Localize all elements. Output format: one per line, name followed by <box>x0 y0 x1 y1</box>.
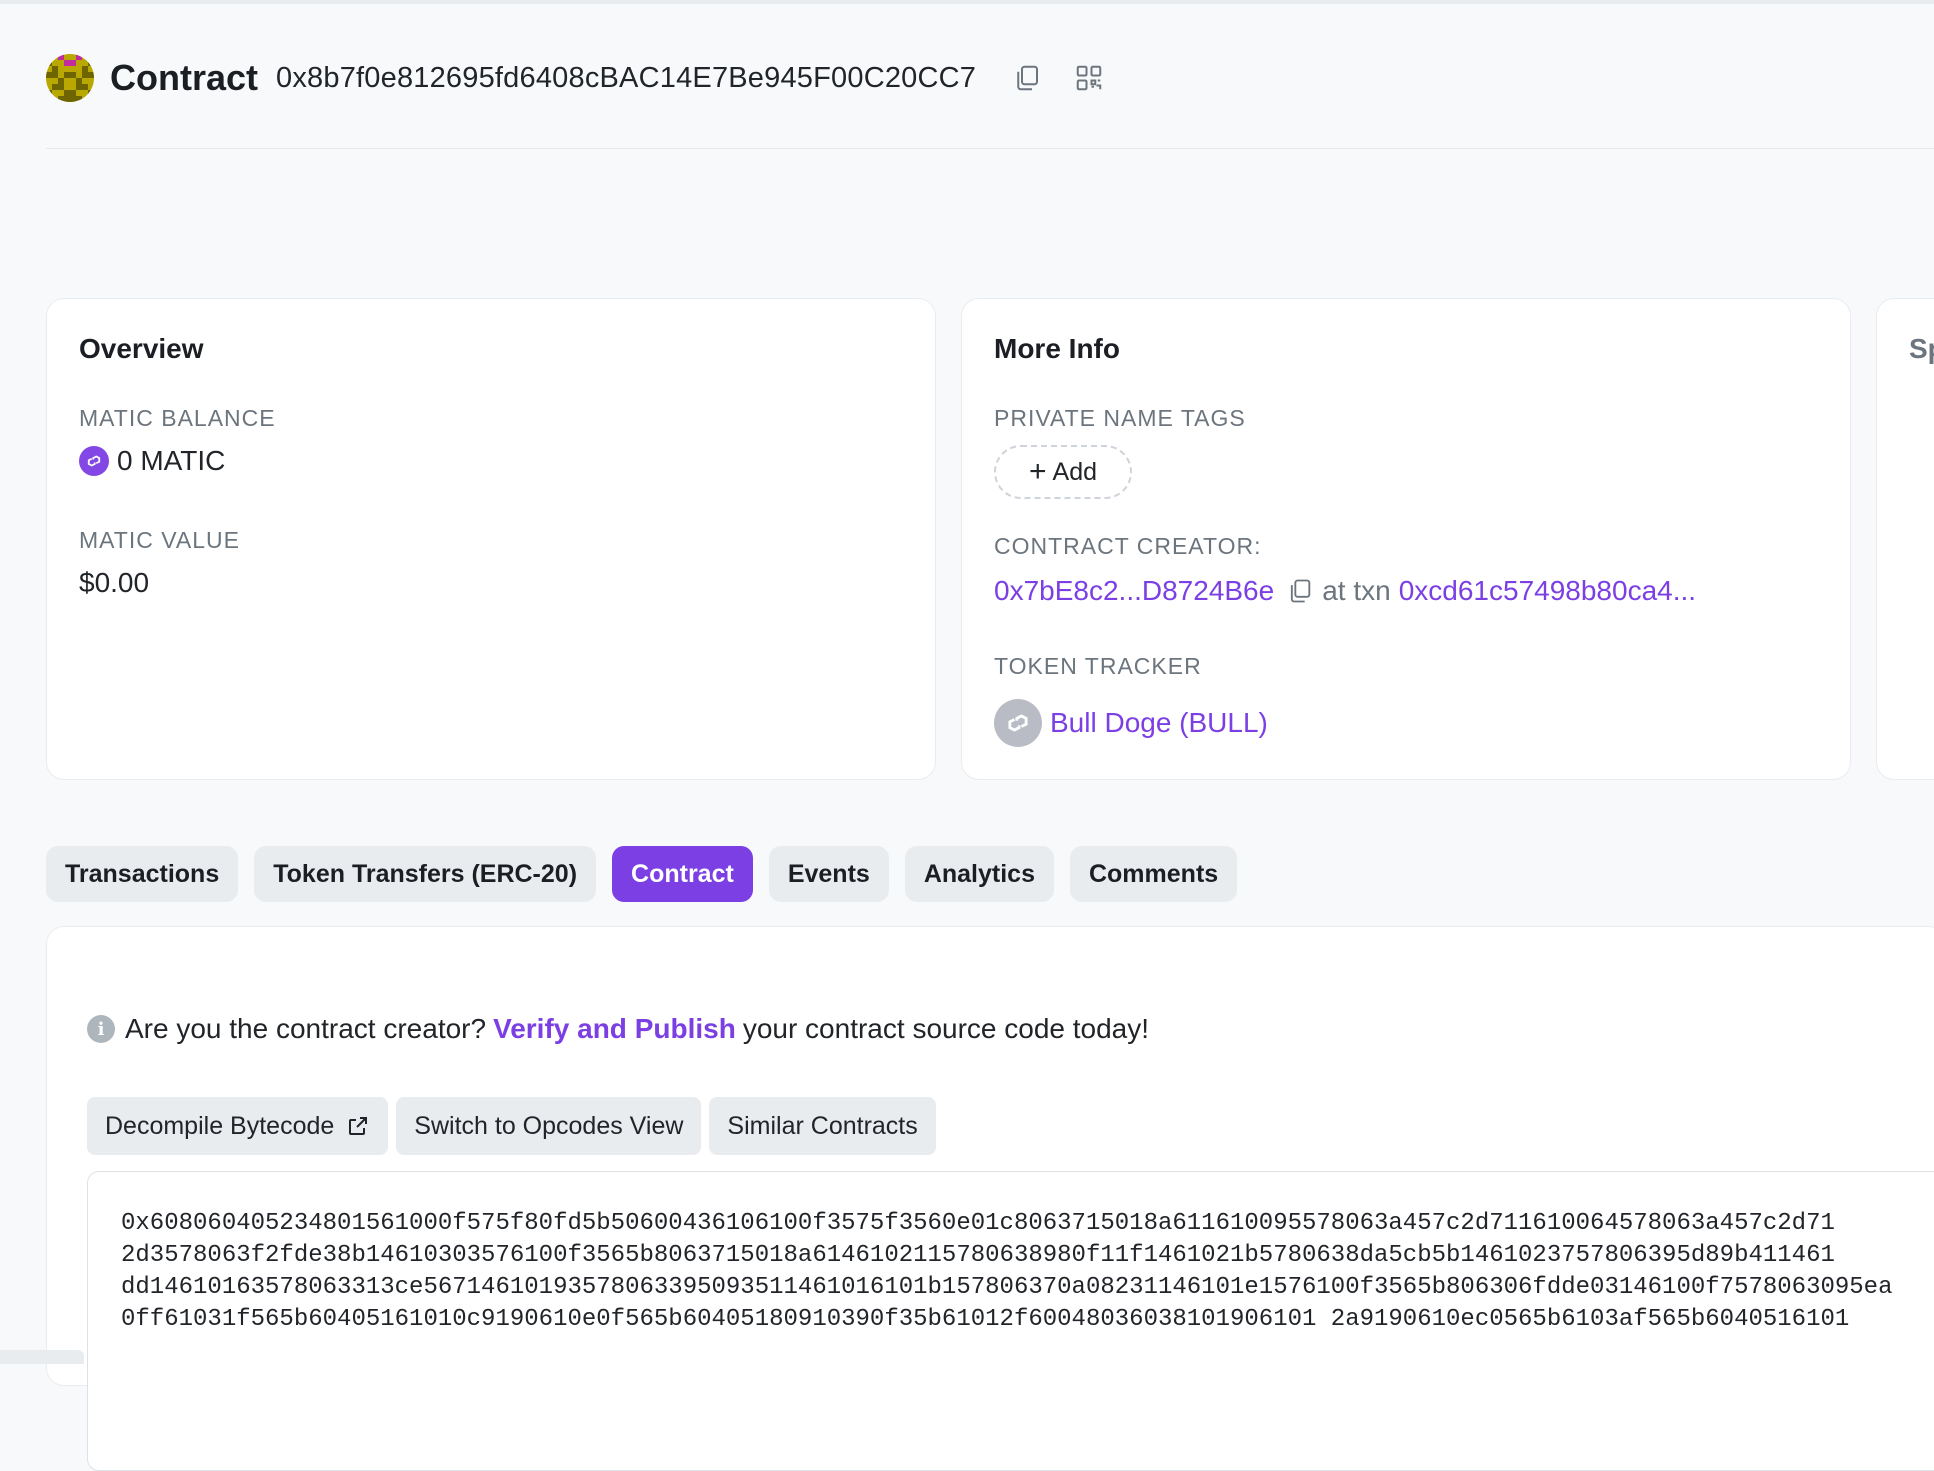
tab-bar: Transactions Token Transfers (ERC-20) Co… <box>46 846 1238 902</box>
token-logo-icon <box>994 699 1042 747</box>
tab-transactions[interactable]: Transactions <box>46 846 239 902</box>
token-tracker-row: Bull Doge (BULL) <box>994 699 1268 747</box>
contract-address: 0x8b7f0e812695fd6408cBAC14E7Be945F00C20C… <box>276 61 977 94</box>
copy-icon[interactable] <box>1010 61 1044 95</box>
similar-contracts-button[interactable]: Similar Contracts <box>709 1097 936 1155</box>
tab-token-transfers[interactable]: Token Transfers (ERC-20) <box>254 846 597 902</box>
horizontal-scrollbar[interactable] <box>0 1350 84 1364</box>
notice-prefix: Are you the contract creator? <box>125 1013 487 1044</box>
matic-value-label: MATIC VALUE <box>79 527 240 553</box>
contract-panel: i Are you the contract creator? Verify a… <box>46 926 1934 1471</box>
info-icon: i <box>87 1015 115 1043</box>
matic-balance-label: MATIC BALANCE <box>79 405 276 431</box>
contract-avatar <box>46 54 94 102</box>
creator-txn-link[interactable]: 0xcd61c57498b80ca4... <box>1399 575 1696 607</box>
contract-creator-row: 0x7bE8c2...D8724B6e at txn 0xcd61c57498b… <box>994 575 1696 607</box>
overview-card: Overview MATIC BALANCE 0 MATIC MATIC VAL… <box>46 298 936 780</box>
contract-actions: Decompile Bytecode Switch to Opcodes Vie… <box>87 1097 936 1155</box>
creator-address-link[interactable]: 0x7bE8c2...D8724B6e <box>994 575 1274 607</box>
external-link-icon <box>346 1114 370 1138</box>
tab-comments[interactable]: Comments <box>1069 846 1238 902</box>
tab-contract[interactable]: Contract <box>612 846 753 902</box>
third-card-title: Sp <box>1909 333 1934 364</box>
overview-title: Overview <box>79 333 204 364</box>
more-info-card: More Info PRIVATE NAME TAGS + Add CONTRA… <box>961 298 1851 780</box>
at-txn-text: at txn <box>1322 575 1391 606</box>
contract-creator-label: CONTRACT CREATOR: <box>994 533 1262 559</box>
third-card: Sp <box>1876 298 1934 780</box>
bytecode-line: dd14610163578063313ce5671461019357806339… <box>121 1274 1893 1301</box>
verify-publish-link[interactable]: Verify and Publish <box>493 1013 736 1045</box>
bytecode-line: 0x608060405234801561000f575f80fd5b506004… <box>121 1210 1835 1237</box>
private-tags-label: PRIVATE NAME TAGS <box>994 405 1246 431</box>
tab-analytics[interactable]: Analytics <box>904 846 1054 902</box>
qr-code-icon[interactable] <box>1072 61 1106 95</box>
page-title: Contract <box>110 57 259 98</box>
add-tag-label: Add <box>1052 457 1097 486</box>
header-divider <box>46 148 1934 149</box>
switch-opcodes-button[interactable]: Switch to Opcodes View <box>396 1097 702 1155</box>
add-tag-button[interactable]: + Add <box>994 445 1132 499</box>
token-tracker-label: TOKEN TRACKER <box>994 653 1202 679</box>
token-name-link[interactable]: Bull Doge (BULL) <box>1050 707 1268 739</box>
verify-notice: i Are you the contract creator? Verify a… <box>87 1013 1149 1045</box>
top-border <box>0 0 1934 4</box>
decompile-label: Decompile Bytecode <box>105 1111 335 1140</box>
bytecode-box[interactable]: 0x608060405234801561000f575f80fd5b506004… <box>87 1171 1934 1471</box>
plus-icon: + <box>1028 455 1047 488</box>
tab-events[interactable]: Events <box>768 846 889 902</box>
matic-value-amount: $0.00 <box>79 567 150 598</box>
notice-suffix: your contract source code today! <box>742 1013 1150 1044</box>
copy-icon[interactable] <box>1286 577 1314 605</box>
matic-balance-value: 0 MATIC <box>79 445 225 477</box>
decompile-bytecode-button[interactable]: Decompile Bytecode <box>87 1097 389 1155</box>
bytecode-line: 2d3578063f2fde38b14610303576100f3565b806… <box>121 1242 1835 1269</box>
page-header: Contract 0x8b7f0e812695fd6408cBAC14E7Be9… <box>46 48 1134 108</box>
matic-balance-text: 0 MATIC <box>117 445 226 476</box>
bytecode-line: 0ff61031f565b60405161010c9190610e0f565b6… <box>121 1306 1850 1333</box>
more-info-title: More Info <box>994 333 1120 364</box>
polygon-icon <box>79 446 109 476</box>
